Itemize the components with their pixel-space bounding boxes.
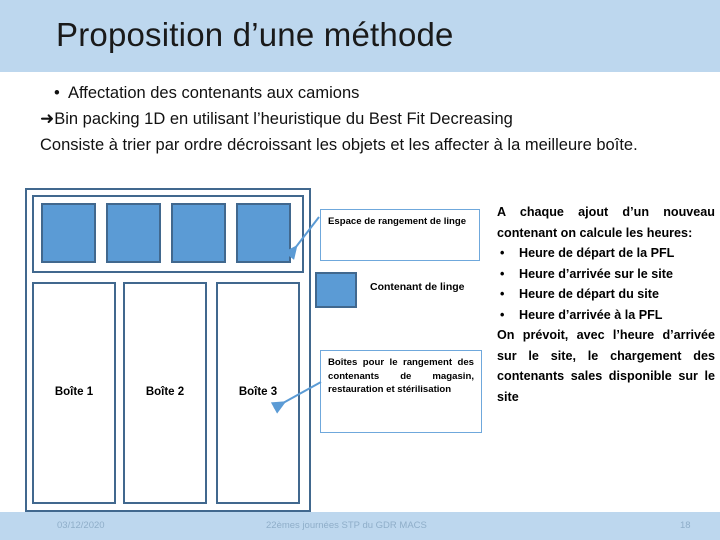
right-text-intro: A chaque ajout d’un nouveau contenant on… — [497, 205, 715, 240]
bullet-dot-icon: • — [500, 307, 505, 322]
boite-2: Boîte 2 — [123, 282, 207, 504]
right-bullet-item: • Heure d’arrivée sur le site — [497, 264, 715, 285]
body-line-3: Consiste à trier par ordre décroissant l… — [40, 136, 638, 154]
linen-storage-shelf — [32, 195, 304, 273]
right-arrow-icon: ➜ — [40, 109, 55, 128]
callout-espace-rangement: Espace de rangement de linge — [320, 209, 480, 261]
footer-page-number: 18 — [680, 520, 691, 531]
storage-diagram: Boîte 1 Boîte 2 Boîte 3 — [25, 188, 311, 512]
right-bullet-text: Heure d’arrivée à la PFL — [519, 307, 663, 322]
legend-label-contenant: Contenant de linge — [370, 281, 465, 293]
boite-1: Boîte 1 — [32, 282, 116, 504]
bullet-dot-icon: • — [54, 84, 60, 102]
boite-2-label: Boîte 2 — [145, 386, 185, 398]
footer-date: 03/12/2020 — [57, 520, 105, 531]
linen-container-item — [41, 203, 96, 263]
bullet-dot-icon: • — [500, 246, 505, 260]
body-line-2-text: Bin packing 1D en utilisant l’heuristiqu… — [54, 110, 513, 128]
bullet-dot-icon: • — [500, 266, 505, 281]
right-text-column: A chaque ajout d’un nouveau contenant on… — [497, 202, 715, 407]
right-bullet-item: • Heure de départ du site — [497, 284, 715, 305]
right-bullet-text: Heure de départ de la PFL — [519, 246, 675, 260]
right-bullet-text: Heure d’arrivée sur le site — [519, 266, 674, 281]
right-text-outro: On prévoit, avec l’heure d’arrivée sur l… — [497, 328, 715, 404]
title-banner: Proposition d’une méthode — [0, 0, 720, 72]
linen-container-item — [236, 203, 291, 263]
linen-container-item — [171, 203, 226, 263]
right-bullet-item: • Heure d’arrivée à la PFL — [497, 305, 715, 326]
body-line-1-text: Affectation des contenants aux camions — [68, 84, 360, 102]
boite-1-label: Boîte 1 — [54, 386, 94, 398]
body-arrow-line-2: ➜Bin packing 1D en utilisant l’heuristiq… — [40, 108, 690, 130]
boite-3: Boîte 3 — [216, 282, 300, 504]
page-title: Proposition d’une méthode — [56, 16, 454, 53]
boite-3-label: Boîte 3 — [238, 386, 278, 398]
right-bullet-item: • Heure de départ de la PFL — [497, 243, 715, 264]
legend-swatch-contenant — [315, 272, 357, 308]
callout-boites-rangement: Boîtes pour le rangement des contenants … — [320, 350, 482, 433]
linen-container-item — [106, 203, 161, 263]
footer-bar: 03/12/2020 22èmes journées STP du GDR MA… — [0, 512, 720, 540]
footer-event-name: 22èmes journées STP du GDR MACS — [266, 520, 427, 531]
body-bullet-line-1: • Affectation des contenants aux camions — [54, 82, 690, 104]
right-bullet-text: Heure de départ du site — [519, 287, 659, 301]
bullet-dot-icon: • — [500, 287, 505, 301]
body-text-block: • Affectation des contenants aux camions … — [40, 82, 690, 156]
